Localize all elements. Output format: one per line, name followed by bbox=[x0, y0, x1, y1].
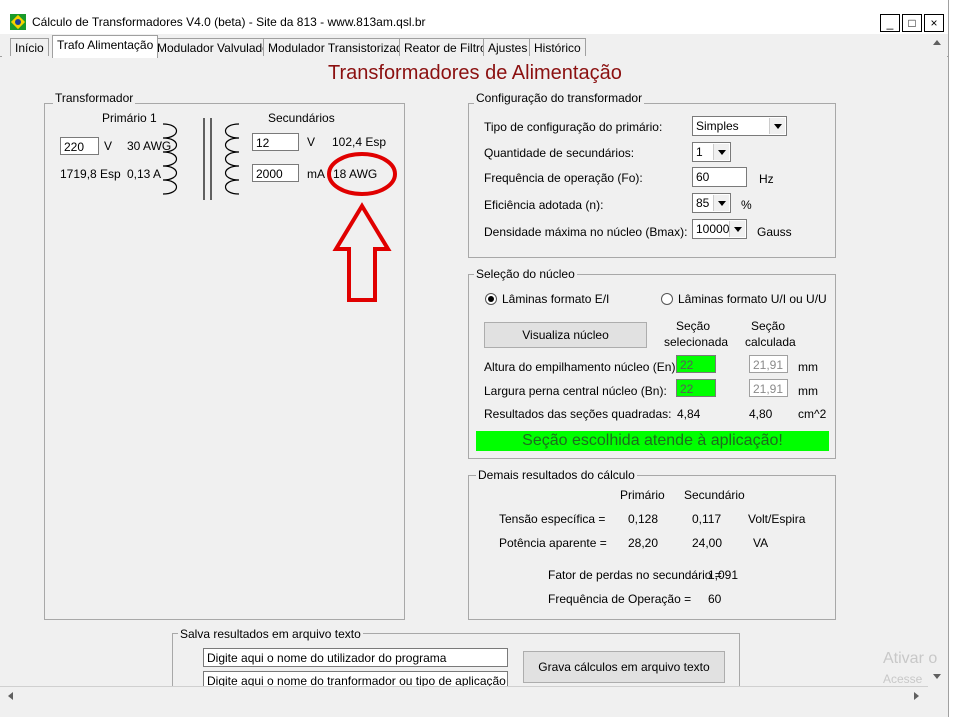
radio-ei[interactable] bbox=[485, 293, 497, 305]
core-group-label: Seleção do núcleo bbox=[474, 267, 577, 281]
results-col-secondary: Secundário bbox=[684, 488, 745, 502]
title-bar: Cálculo de Transformadores V4.0 (beta) -… bbox=[0, 0, 948, 34]
tension-unit: Volt/Espira bbox=[748, 512, 806, 526]
primary-label: Primário 1 bbox=[102, 111, 157, 125]
close-button[interactable]: × bbox=[924, 14, 944, 32]
minimize-button[interactable]: _ bbox=[880, 14, 900, 32]
tab-modulador-transistorizado[interactable]: Modulador Transistorizado bbox=[263, 38, 415, 57]
power-secondary: 24,00 bbox=[692, 536, 723, 550]
squares-unit: cm^2 bbox=[798, 407, 827, 421]
tab-trafo-alimentacao[interactable]: Trafo Alimentação bbox=[52, 35, 159, 58]
results-col-primary: Primário bbox=[620, 488, 665, 502]
primary-config-select[interactable]: Simples bbox=[692, 116, 787, 136]
bmax-value: 10000 bbox=[696, 222, 730, 236]
tension-label: Tensão específica = bbox=[499, 512, 606, 526]
radio-ei-label: Lâminas formato E/I bbox=[502, 292, 610, 306]
scroll-down-icon[interactable] bbox=[933, 674, 941, 679]
activation-watermark-line1: Ativar o bbox=[883, 650, 938, 667]
squares-calculated: 4,80 bbox=[749, 407, 773, 421]
chevron-down-icon bbox=[713, 195, 729, 211]
frequency-unit: Hz bbox=[759, 172, 774, 186]
col-calculated-line2: calculada bbox=[745, 335, 796, 349]
height-calculated-input: 21,91 bbox=[749, 355, 788, 373]
efficiency-label: Eficiência adotada (n): bbox=[484, 198, 604, 212]
scroll-up-icon[interactable] bbox=[933, 40, 941, 45]
tab-inicio[interactable]: Início bbox=[10, 38, 49, 57]
power-unit: VA bbox=[753, 536, 769, 550]
chevron-down-icon bbox=[769, 118, 785, 134]
secondary-label: Secundários bbox=[268, 111, 335, 125]
secondary-voltage-unit: V bbox=[307, 135, 316, 149]
col-calculated-line1: Seção bbox=[751, 319, 786, 333]
maximize-button[interactable]: □ bbox=[902, 14, 922, 32]
save-group-label: Salva resultados em arquivo texto bbox=[178, 627, 363, 641]
vertical-scrollbar[interactable] bbox=[928, 34, 947, 686]
page-title: Transformadores de Alimentação bbox=[328, 62, 622, 84]
primary-config-value: Simples bbox=[696, 119, 739, 133]
tab-historico[interactable]: Histórico bbox=[529, 38, 586, 57]
user-name-input[interactable]: Digite aqui o nome do utilizador do prog… bbox=[203, 648, 508, 667]
height-selected-input[interactable]: 22 bbox=[676, 355, 716, 373]
power-primary: 28,20 bbox=[628, 536, 659, 550]
transformer-symbol-icon bbox=[162, 118, 240, 200]
width-unit: mm bbox=[798, 384, 818, 398]
power-label: Potência aparente = bbox=[499, 536, 607, 550]
efficiency-value: 85 bbox=[696, 196, 710, 210]
loss-label: Fator de perdas no secundário = bbox=[548, 568, 722, 582]
status-banner: Seção escolhida atende à aplicação! bbox=[476, 431, 829, 451]
col-selected-line2: selecionada bbox=[664, 335, 729, 349]
efficiency-unit: % bbox=[741, 198, 752, 212]
height-label: Altura do empilhamento núcleo (En): bbox=[484, 360, 679, 374]
primary-voltage-unit: V bbox=[104, 139, 113, 153]
tab-ajustes[interactable]: Ajustes bbox=[483, 38, 533, 57]
brazil-flag-icon bbox=[10, 14, 26, 30]
efficiency-select[interactable]: 85 bbox=[692, 193, 731, 213]
frequency-label: Frequência de operação (Fo): bbox=[484, 171, 643, 185]
tab-modulador-valvulado[interactable]: Modulador Valvulado bbox=[152, 38, 274, 57]
chevron-down-icon bbox=[729, 221, 745, 237]
freq-result-label: Frequência de Operação = bbox=[548, 592, 692, 606]
transformer-group-label: Transformador bbox=[53, 91, 136, 105]
tension-primary: 0,128 bbox=[628, 512, 659, 526]
frequency-input[interactable]: 60 bbox=[692, 167, 747, 187]
freq-result-value: 60 bbox=[708, 592, 722, 606]
scroll-right-icon[interactable] bbox=[914, 692, 919, 700]
annotation-icon bbox=[327, 152, 397, 302]
secondary-voltage-input[interactable]: 12 bbox=[252, 133, 299, 151]
radio-ui-label: Lâminas formato U/I ou U/U bbox=[678, 292, 827, 306]
scroll-left-icon[interactable] bbox=[8, 692, 13, 700]
bmax-label: Densidade máxima no núcleo (Bmax): bbox=[484, 225, 688, 239]
loss-value: 1,091 bbox=[708, 568, 739, 582]
height-unit: mm bbox=[798, 360, 818, 374]
config-group-label: Configuração do transformador bbox=[474, 91, 645, 105]
squares-selected: 4,84 bbox=[677, 407, 701, 421]
col-selected-line1: Seção bbox=[676, 319, 711, 333]
tab-reator-de-filtro[interactable]: Reator de Filtro bbox=[399, 38, 492, 57]
window-title: Cálculo de Transformadores V4.0 (beta) -… bbox=[32, 15, 426, 29]
secondary-current-input[interactable]: 2000 bbox=[252, 164, 299, 182]
primary-voltage-input[interactable]: 220 bbox=[60, 137, 99, 155]
results-group-label: Demais resultados do cálculo bbox=[476, 468, 637, 482]
secondaries-value: 1 bbox=[696, 145, 703, 159]
horizontal-scrollbar[interactable] bbox=[0, 686, 928, 705]
primary-esp: 1719,8 Esp bbox=[60, 167, 121, 181]
tension-secondary: 0,117 bbox=[692, 512, 722, 526]
app-window: Cálculo de Transformadores V4.0 (beta) -… bbox=[0, 0, 949, 717]
view-core-button[interactable]: Visualiza núcleo bbox=[484, 322, 647, 348]
bmax-unit: Gauss bbox=[757, 225, 792, 239]
squares-label: Resultados das seções quadradas: bbox=[484, 407, 672, 421]
width-selected-input[interactable]: 22 bbox=[676, 379, 716, 397]
secondaries-label: Quantidade de secundários: bbox=[484, 146, 635, 160]
secondary-esp: 102,4 Esp bbox=[332, 135, 387, 149]
radio-ui[interactable] bbox=[661, 293, 673, 305]
width-calculated-input: 21,91 bbox=[749, 379, 788, 397]
save-file-button[interactable]: Grava cálculos em arquivo texto (*.txt) bbox=[523, 651, 725, 704]
chevron-down-icon bbox=[713, 144, 729, 160]
width-label: Largura perna central núcleo (Bn): bbox=[484, 384, 667, 398]
secondaries-select[interactable]: 1 bbox=[692, 142, 731, 162]
primary-config-label: Tipo de configuração do primário: bbox=[484, 120, 663, 134]
activation-watermark-line2: Acesse bbox=[883, 672, 923, 686]
bmax-select[interactable]: 10000 bbox=[692, 219, 747, 239]
